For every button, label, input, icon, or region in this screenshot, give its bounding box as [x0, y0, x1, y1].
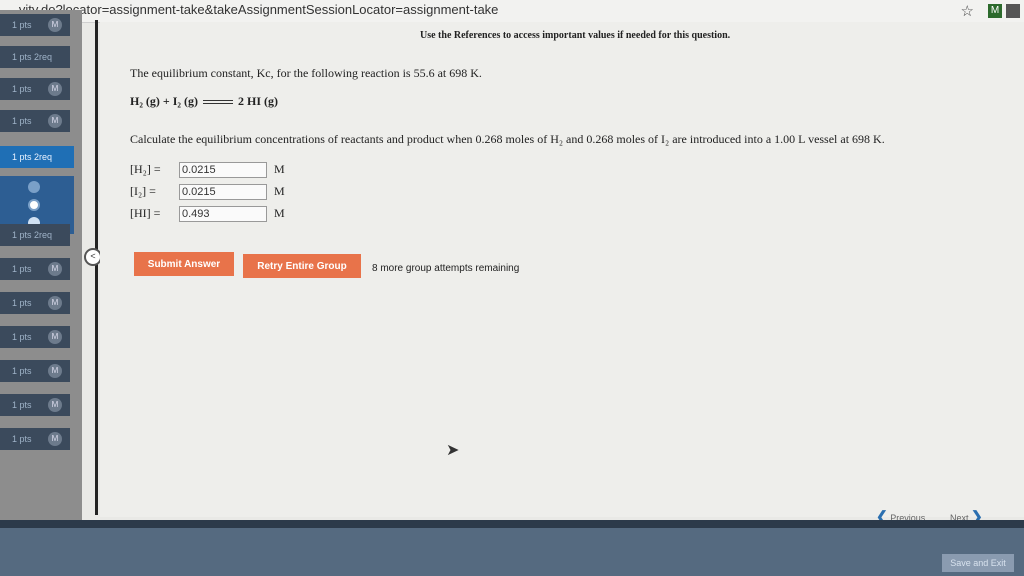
mastery-badge: M — [48, 398, 62, 412]
answer-row-hi: [HI] = M — [130, 206, 285, 222]
sidebar-question-item[interactable]: 1 pts M — [0, 14, 70, 36]
question-intro: The equilibrium constant, Kc, for the fo… — [130, 66, 482, 80]
sidebar-question-item-active[interactable]: 1 pts 2req — [0, 146, 74, 168]
mastery-badge: M — [48, 18, 62, 32]
footer-bar — [0, 520, 1024, 528]
mastery-badge: M — [48, 330, 62, 344]
mastery-badge: M — [48, 432, 62, 446]
save-and-exit-button[interactable]: Save and Exit — [942, 554, 1014, 572]
answer-label: [HI] = — [130, 206, 161, 220]
mouse-cursor-icon: ➤ — [446, 442, 460, 459]
sidebar-question-item[interactable]: 1 pts 2req — [0, 224, 70, 246]
question-panel: Use the References to access important v… — [100, 22, 1024, 524]
unit-label: M — [274, 206, 285, 220]
reaction-products: 2 HI (g) — [238, 94, 279, 108]
extension-icon[interactable] — [1006, 4, 1020, 18]
equilibrium-arrow-icon — [203, 100, 234, 105]
check-icon — [28, 181, 40, 193]
answer-label: [I₂] = — [130, 184, 156, 198]
answer-label: [H₂] = — [130, 162, 161, 176]
mastery-badge: M — [48, 114, 62, 128]
sidebar-question-item[interactable]: 1 pts M — [0, 78, 70, 100]
i2-concentration-input[interactable] — [179, 184, 267, 200]
subpart-item[interactable] — [0, 178, 74, 196]
unit-label: M — [274, 162, 285, 176]
sidebar-question-item[interactable]: 1 pts M — [0, 258, 70, 280]
mastery-badge: M — [48, 82, 62, 96]
sidebar-question-item[interactable]: 1 pts 2req — [0, 46, 70, 68]
sidebar-question-item[interactable]: 1 pts M — [0, 394, 70, 416]
sidebar-question-item[interactable]: 1 pts M — [0, 292, 70, 314]
extension-icon[interactable]: M — [988, 4, 1002, 18]
reaction-reactants: H₂ (g) + I₂ (g) — [130, 94, 199, 108]
panel-divider — [95, 20, 98, 515]
hi-concentration-input[interactable] — [179, 206, 267, 222]
browser-address-bar[interactable]: ...vity.do?locator=assignment-take&takeA… — [0, 0, 1024, 23]
subpart-item[interactable] — [0, 196, 74, 214]
reaction-equation: H₂ (g) + I₂ (g) 2 HI (g) — [130, 94, 278, 109]
mastery-badge: M — [48, 262, 62, 276]
retry-group-button[interactable]: Retry Entire Group — [243, 254, 361, 278]
sidebar-question-item[interactable]: 1 pts M — [0, 110, 70, 132]
mastery-badge: M — [48, 364, 62, 378]
sidebar-question-item[interactable]: 1 pts M — [0, 428, 70, 450]
question-text: Calculate the equilibrium concentrations… — [130, 132, 885, 146]
answer-row-h2: [H₂] = M — [130, 162, 285, 178]
question-sidebar: 1 pts M 1 pts 2req 1 pts M 1 pts M 1 pts… — [0, 10, 82, 530]
submit-answer-button[interactable]: Submit Answer — [134, 252, 234, 276]
sidebar-question-item[interactable]: 1 pts M — [0, 360, 70, 382]
h2-concentration-input[interactable] — [179, 162, 267, 178]
sidebar-question-item[interactable]: 1 pts M — [0, 326, 70, 348]
circle-icon — [28, 199, 40, 211]
bookmark-star-icon[interactable]: ☆ — [961, 2, 974, 21]
unit-label: M — [274, 184, 285, 198]
answer-row-i2: [I₂] = M — [130, 184, 285, 200]
references-note: Use the References to access important v… — [420, 30, 731, 41]
mastery-badge: M — [48, 296, 62, 310]
attempts-remaining: 8 more group attempts remaining — [372, 263, 520, 274]
footer-strip: Save and Exit — [0, 528, 1024, 576]
